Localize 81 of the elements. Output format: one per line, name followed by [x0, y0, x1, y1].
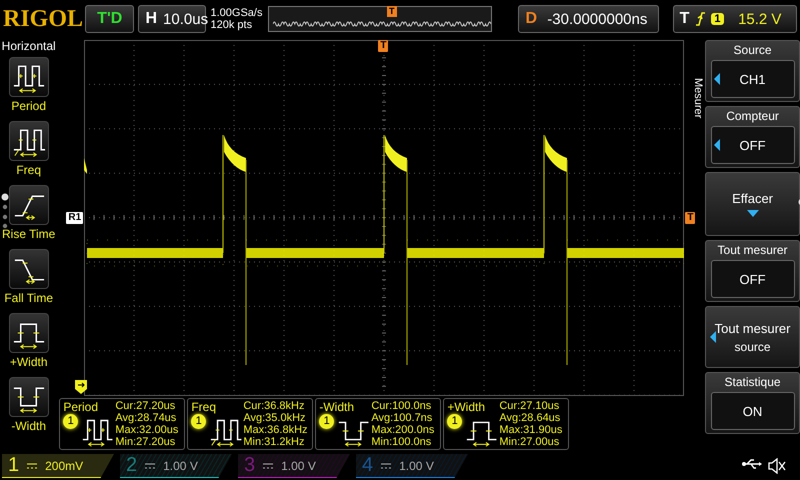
- speaker-muted-icon: [768, 458, 786, 474]
- delay-label: D: [525, 10, 538, 28]
- measurement-stat: Min:100.0ns: [371, 436, 432, 448]
- trigger-position-marker: T: [378, 40, 388, 52]
- usb-icon: [742, 458, 762, 470]
- channel-tab[interactable]: 4 1.00 V: [356, 454, 468, 478]
- delay-value: -30.0000000ns: [546, 10, 648, 28]
- rising-edge-icon: [695, 12, 706, 26]
- channel-tab[interactable]: 2 1.00 V: [120, 454, 232, 478]
- trigger-voltage: 15.2 V: [737, 10, 782, 28]
- delay-panel[interactable]: D -30.0000000ns: [518, 5, 659, 33]
- reference-marker: R1: [66, 212, 84, 224]
- measurement-stat: Cur:36.8kHz: [243, 400, 306, 412]
- measurement-name: +Width: [447, 400, 486, 414]
- channel-number: 1: [8, 454, 20, 477]
- menu-title: Source: [734, 43, 772, 57]
- menu-value-button[interactable]: OFF: [710, 126, 795, 164]
- sample-rate: 1.00GSa/s: [210, 7, 264, 19]
- measurement-stat: Avg:100.7ns: [371, 412, 434, 424]
- source-badge: 1: [319, 414, 334, 429]
- measurement-stat: Max:36.8kHz: [243, 424, 309, 436]
- timebase-panel[interactable]: H 10.0us: [138, 5, 206, 33]
- channel-number: 4: [362, 454, 374, 477]
- measure-button[interactable]: Rise Time: [2, 185, 56, 249]
- timebase-value: 10.0us: [163, 10, 208, 28]
- measurement-name: -Width: [319, 400, 356, 414]
- dc-coupling-icon: [145, 462, 156, 468]
- measurement-name: Freq: [191, 400, 218, 414]
- source-badge: 1: [447, 414, 462, 429]
- measurement-name: Period: [63, 400, 100, 414]
- channel-tab[interactable]: 3 1.00 V: [238, 454, 350, 478]
- overview-trigger-marker: T: [386, 6, 397, 17]
- brand-logo: RIGOL: [3, 6, 81, 32]
- menu-value-button[interactable]: ON: [710, 392, 795, 430]
- menu-button[interactable]: Tout mesurer source: [708, 309, 797, 365]
- measurement-stat: Cur:27.20us: [115, 400, 176, 412]
- overview-wave-icon: [272, 19, 491, 29]
- channel-number: 2: [126, 454, 138, 477]
- trigger-panel[interactable]: T 1 15.2 V: [672, 5, 797, 33]
- left-arrow-icon: [714, 139, 720, 151]
- measurement-stat: Min:31.2kHz: [243, 436, 306, 448]
- left-arrow-icon: [710, 331, 716, 343]
- down-triangle-icon: [746, 210, 759, 217]
- measurement-stat: Min:27.00us: [499, 436, 560, 448]
- menu-value-button[interactable]: CH1: [710, 60, 795, 98]
- measurement-stat: Max:200.0ns: [371, 424, 436, 436]
- timebase-label: H: [145, 10, 158, 28]
- menu-value-button[interactable]: OFF: [710, 260, 795, 298]
- measurement-stat: Avg:28.74us: [115, 412, 178, 424]
- measurement-stat: Max:32.00us: [115, 424, 180, 436]
- menu-title: Mesurer: [692, 78, 704, 120]
- menu-title: Horizontal: [2, 39, 56, 53]
- dc-coupling-icon: [263, 462, 274, 468]
- channel-ground-marker-icon: [75, 380, 88, 394]
- source-badge: 1: [191, 414, 206, 429]
- channel-scale: 1.00 V: [163, 458, 198, 472]
- memory-depth: 120k pts: [210, 19, 254, 31]
- measurement-stat: Cur:100.0ns: [371, 400, 432, 412]
- trigger-source: 1: [711, 13, 724, 25]
- measurement-stat: Cur:27.10us: [499, 400, 560, 412]
- trigger-level-marker: T: [685, 212, 696, 224]
- channel-scale: 1.00 V: [281, 458, 316, 472]
- measurement-stat: Avg:35.0kHz: [243, 412, 307, 424]
- menu-button[interactable]: Effacer: [708, 175, 797, 233]
- channel-scale: 1.00 V: [399, 458, 434, 472]
- menu-title: Tout mesurer: [718, 243, 788, 257]
- channel-tab[interactable]: 1 200mV: [2, 454, 114, 478]
- measurement-stat: Avg:28.64us: [499, 412, 562, 424]
- channel-number: 3: [244, 454, 256, 477]
- trigger-label: T: [680, 10, 690, 28]
- measurement-stat: Min:27.20us: [115, 436, 176, 448]
- page-dots-icon: [1, 193, 9, 229]
- menu-title: Compteur: [726, 109, 779, 123]
- source-badge: 1: [63, 414, 78, 429]
- dc-coupling-icon: [27, 462, 38, 468]
- menu-title: Statistique: [724, 375, 781, 389]
- measurement-stat: Max:31.90us: [499, 424, 564, 436]
- channel-scale: 200mV: [45, 458, 84, 472]
- dc-coupling-icon: [381, 462, 392, 468]
- trigger-status: T'D: [85, 5, 134, 33]
- left-arrow-icon: [714, 73, 720, 85]
